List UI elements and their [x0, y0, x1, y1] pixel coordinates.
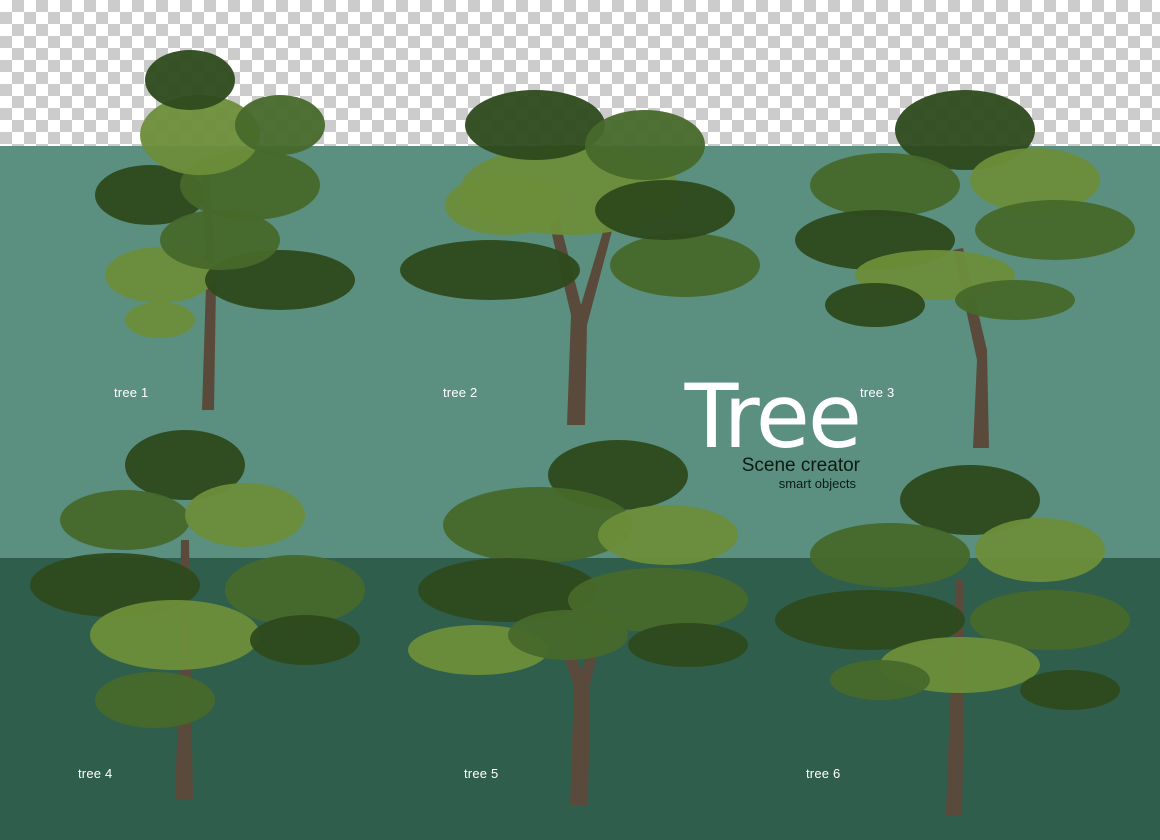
tree-1-image [95, 50, 355, 410]
tree-4-image [30, 430, 365, 800]
tree-label-1: tree 1 [114, 385, 149, 400]
tree-label-4: tree 4 [78, 766, 113, 781]
tree-label-2: tree 2 [443, 385, 478, 400]
brand-title: Tree [684, 365, 862, 468]
tree-label-3: tree 3 [860, 385, 895, 400]
branding-block: Tree Scene creator smart objects [660, 365, 862, 492]
tree-label-6: tree 6 [806, 766, 841, 781]
tree-label-5: tree 5 [464, 766, 499, 781]
brand-tagline: smart objects [778, 476, 856, 491]
